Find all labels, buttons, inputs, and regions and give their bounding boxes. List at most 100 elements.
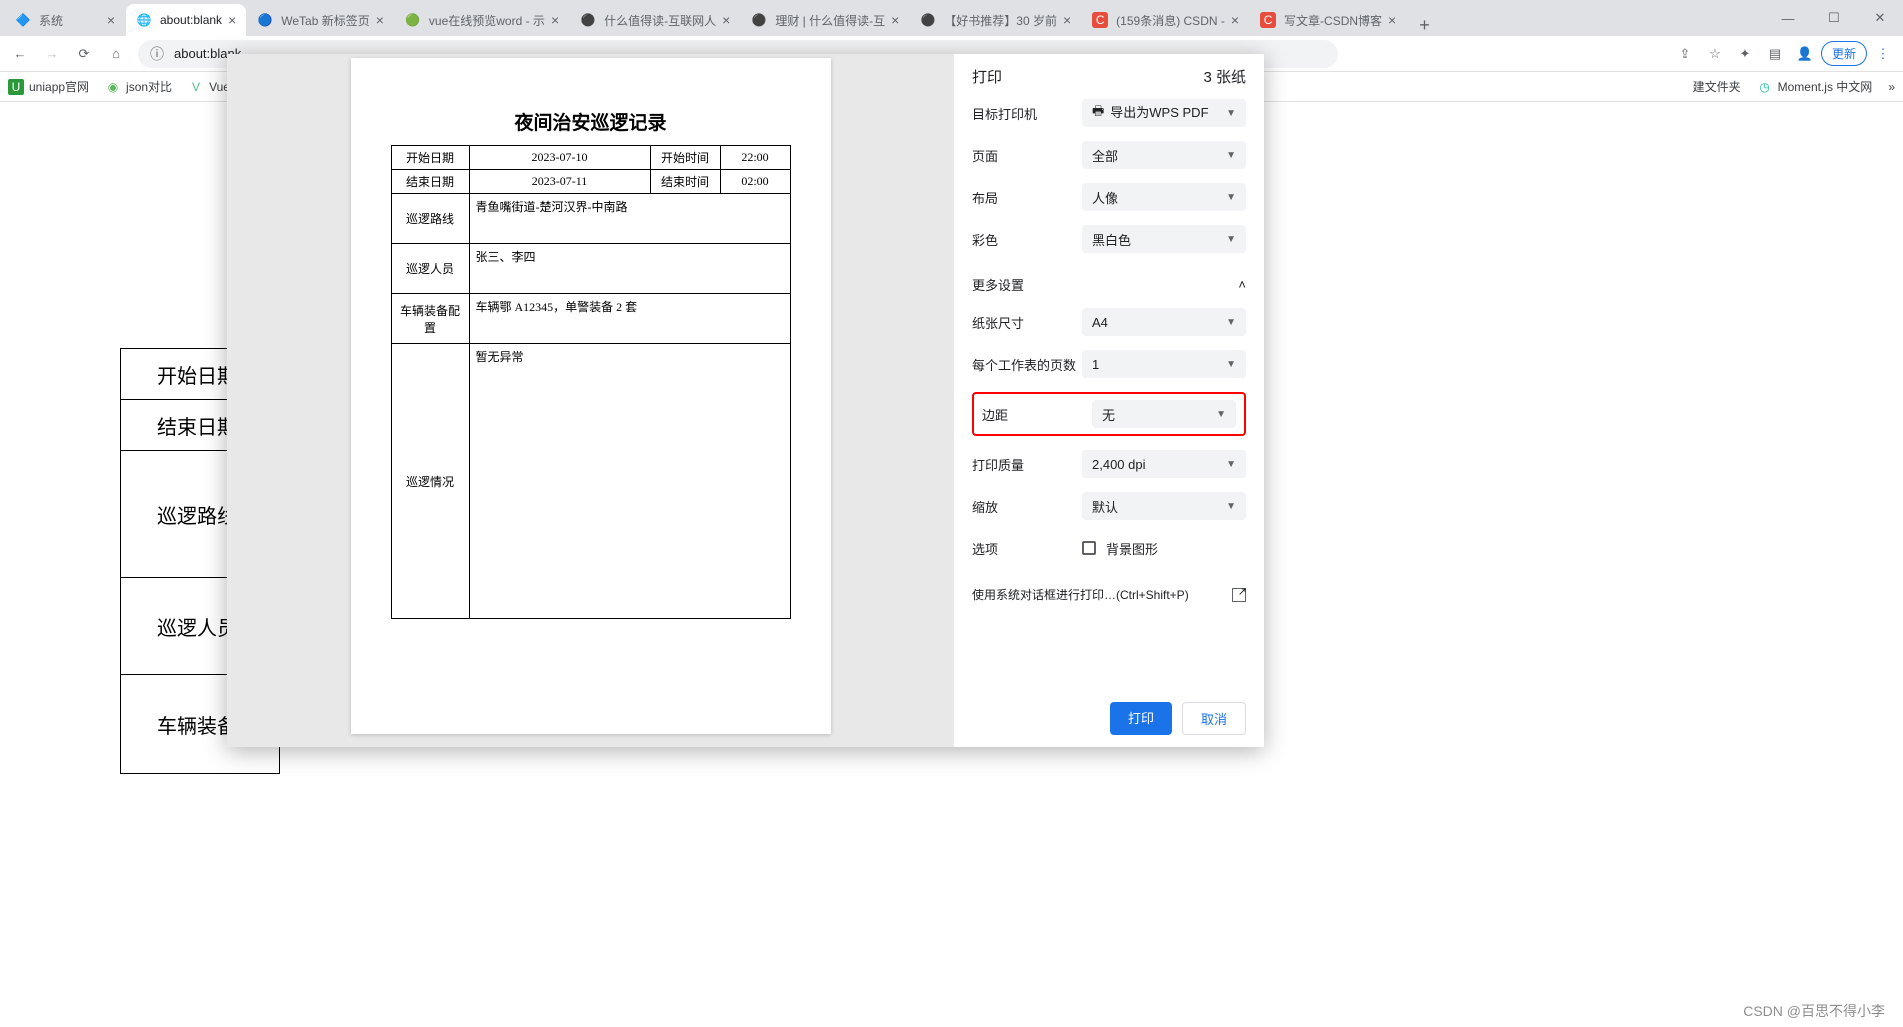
maximize-button[interactable]: ☐ [1811,2,1857,34]
reload-button[interactable]: ⟳ [70,40,98,68]
tab-4[interactable]: ⚫什么值得读-互联网人× [570,4,740,36]
chevron-down-icon: ▼ [1226,234,1236,245]
close-icon[interactable]: × [1063,12,1071,28]
bg-graphics-checkbox[interactable] [1082,541,1096,555]
close-icon[interactable]: × [107,12,115,28]
bookmark-item[interactable]: 建文件夹 [1693,78,1741,95]
print-preview[interactable]: 夜间治安巡逻记录 开始日期 2023-07-10 开始时间 22:00 结束日期… [227,54,954,747]
sheets-label: 每个工作表的页数 [972,355,1082,374]
close-icon[interactable]: × [228,12,236,28]
cell-label: 车辆装备配置 [391,294,469,344]
more-settings-label: 更多设置 [972,275,1024,294]
close-icon[interactable]: × [722,12,730,28]
more-settings-toggle[interactable]: 更多设置 ˄ [972,275,1246,294]
menu-button[interactable]: ⋮ [1869,40,1897,68]
tab-0[interactable]: 🔷系统× [5,4,125,36]
quality-dropdown[interactable]: 2,400 dpi▼ [1082,450,1246,478]
chevron-down-icon: ▼ [1226,108,1236,119]
tab-title: 理财 | 什么值得读-互 [775,12,885,29]
margin-dropdown[interactable]: 无▼ [1092,400,1236,428]
cell-label: 开始日期 [391,146,469,170]
side-panel-icon[interactable]: ▤ [1761,40,1789,68]
chevron-down-icon: ▼ [1226,459,1236,470]
chevron-down-icon: ▼ [1226,501,1236,512]
bookmark-icon: V [188,79,204,95]
back-button[interactable]: ← [6,40,34,68]
tab-6[interactable]: ⚫【好书推荐】30 岁前× [910,4,1081,36]
chevron-down-icon: ▼ [1226,317,1236,328]
close-icon[interactable]: × [1231,12,1239,28]
pages-count: 3 张纸 [1203,66,1246,87]
document-title: 夜间治安巡逻记录 [391,108,791,135]
system-dialog-text: 使用系统对话框进行打印…(Ctrl+Shift+P) [972,586,1189,603]
cell-value: 02:00 [720,170,790,194]
bookmark-icon: ◷ [1757,79,1773,95]
system-dialog-link[interactable]: 使用系统对话框进行打印…(Ctrl+Shift+P) [972,586,1246,603]
launch-icon [1232,588,1246,602]
destination-value: 导出为WPS PDF [1110,102,1208,124]
bookmark-item[interactable]: ◉json对比 [105,78,172,95]
update-button[interactable]: 更新 [1821,41,1867,66]
chevron-down-icon: ▼ [1226,192,1236,203]
home-button[interactable]: ⌂ [102,40,130,68]
star-icon[interactable]: ☆ [1701,40,1729,68]
close-icon[interactable]: × [376,12,384,28]
cell-value: 车辆鄂 A12345，单警装备 2 套 [469,294,790,344]
bookmark-item[interactable]: ◷Moment.js 中文网 [1757,78,1873,95]
print-settings: 打印 3 张纸 目标打印机 🖶导出为WPS PDF ▼ 页面 全部▼ 布局 人像… [954,54,1264,747]
color-dropdown[interactable]: 黑白色▼ [1082,225,1246,253]
preview-page: 夜间治安巡逻记录 开始日期 2023-07-10 开始时间 22:00 结束日期… [351,58,831,734]
favicon-icon: C [1092,12,1108,28]
cell-label: 结束日期 [391,170,469,194]
scale-dropdown[interactable]: 默认▼ [1082,492,1246,520]
cell-value: 2023-07-11 [469,170,650,194]
cancel-button[interactable]: 取消 [1182,702,1246,735]
chevron-right-icon[interactable]: » [1888,80,1895,94]
cell-label: 开始时间 [650,146,720,170]
paper-label: 纸张尺寸 [972,313,1082,332]
cell-value: 22:00 [720,146,790,170]
close-icon[interactable]: × [551,12,559,28]
options-label: 选项 [972,539,1082,558]
tab-8[interactable]: C 写文章-CSDN博客 × [1250,4,1406,36]
close-icon[interactable]: × [1388,12,1396,28]
new-tab-button[interactable]: + [1407,15,1442,36]
extensions-icon[interactable]: ✦ [1731,40,1759,68]
bookmark-item[interactable]: Uuniapp官网 [8,78,89,95]
sheets-dropdown[interactable]: 1▼ [1082,350,1246,378]
profile-icon[interactable]: 👤 [1791,40,1819,68]
forward-button[interactable]: → [38,40,66,68]
favicon-icon: ⚫ [751,12,767,28]
print-button[interactable]: 打印 [1110,702,1172,735]
tab-strip: 🔷系统× 🌐about:blank× 🔵WeTab 新标签页× 🟢vue在线预览… [0,0,1903,36]
favicon-icon: C [1260,12,1276,28]
tab-title: (159条消息) CSDN - [1116,12,1225,29]
bookmark-label: 建文件夹 [1693,78,1741,95]
cell-label: 巡逻人员 [391,244,469,294]
paper-dropdown[interactable]: A4▼ [1082,308,1246,336]
favicon-icon: 🔷 [15,12,31,28]
cell-value: 青鱼嘴街道-楚河汉界-中南路 [469,194,790,244]
favicon-icon: 🌐 [136,12,152,28]
cell-label: 结束时间 [650,170,720,194]
pages-dropdown[interactable]: 全部▼ [1082,141,1246,169]
tab-title: vue在线预览word - 示 [429,12,545,29]
close-icon[interactable]: × [891,12,899,28]
layout-dropdown[interactable]: 人像▼ [1082,183,1246,211]
printer-icon: 🖶 [1092,102,1104,124]
cell-value: 2023-07-10 [469,146,650,170]
tab-title: WeTab 新标签页 [281,12,369,29]
tab-2[interactable]: 🔵WeTab 新标签页× [247,4,394,36]
bookmark-label: uniapp官网 [29,78,89,95]
tab-1[interactable]: 🌐about:blank× [126,4,246,36]
margin-value: 无 [1102,405,1115,424]
close-window-button[interactable]: ✕ [1857,2,1903,34]
minimize-button[interactable]: — [1765,2,1811,34]
destination-dropdown[interactable]: 🖶 导出为WPS PDF ▼ [1082,99,1246,127]
tab-title: 写文章-CSDN博客 [1284,12,1382,29]
tab-3[interactable]: 🟢vue在线预览word - 示× [395,4,569,36]
share-icon[interactable]: ⇪ [1671,40,1699,68]
tab-7[interactable]: C (159条消息) CSDN - × [1082,4,1249,36]
tab-5[interactable]: ⚫ 理财 | 什么值得读-互 × [741,4,909,36]
pages-value: 全部 [1092,146,1118,165]
